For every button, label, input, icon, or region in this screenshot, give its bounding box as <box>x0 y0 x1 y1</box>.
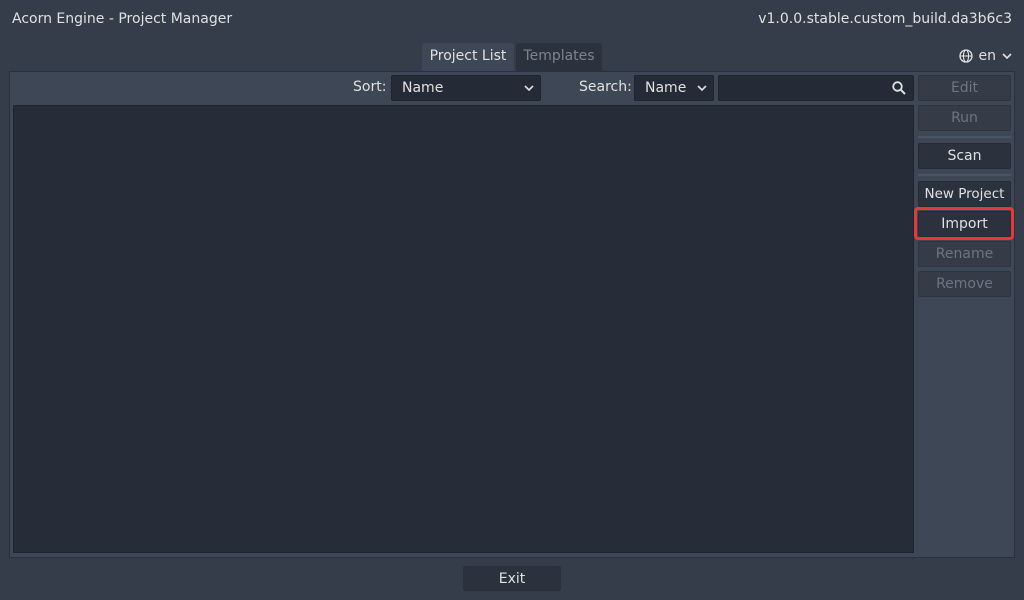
search-mode-value: Name <box>645 80 687 96</box>
search-icon <box>892 81 906 95</box>
sort-select-value: Name <box>402 80 444 96</box>
version-label: v1.0.0.stable.custom_build.da3b6c3 <box>758 11 1012 27</box>
search-mode-select[interactable]: Name <box>634 75 714 101</box>
search-label: Search: <box>579 79 632 95</box>
separator <box>918 174 1011 176</box>
project-list[interactable] <box>13 105 914 553</box>
scan-button[interactable]: Scan <box>918 143 1011 169</box>
sort-select[interactable]: Name <box>391 75 541 101</box>
rename-button[interactable]: Rename <box>918 241 1011 267</box>
chevron-down-icon <box>697 85 707 92</box>
globe-icon <box>958 49 973 63</box>
chevron-down-icon <box>524 85 534 92</box>
remove-button[interactable]: Remove <box>918 271 1011 297</box>
search-input[interactable] <box>718 75 914 101</box>
edit-button[interactable]: Edit <box>918 75 1011 101</box>
language-selector[interactable]: en <box>958 46 1013 66</box>
new-project-button[interactable]: New Project <box>918 181 1011 207</box>
chevron-down-icon <box>1002 53 1012 60</box>
tab-templates[interactable]: Templates <box>516 43 602 71</box>
app-title: Acorn Engine - Project Manager <box>12 11 233 27</box>
language-value: en <box>978 48 997 64</box>
import-button[interactable]: Import <box>918 211 1011 237</box>
run-button[interactable]: Run <box>918 105 1011 131</box>
exit-button[interactable]: Exit <box>463 566 561 591</box>
sort-label: Sort: <box>353 79 387 95</box>
tab-project-list[interactable]: Project List <box>422 43 514 71</box>
separator <box>918 136 1011 138</box>
